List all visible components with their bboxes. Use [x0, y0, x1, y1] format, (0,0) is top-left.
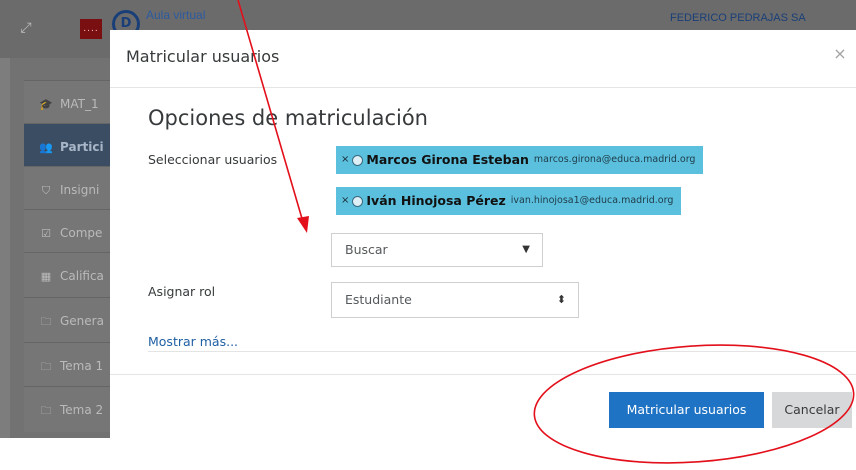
sidebar-item-general[interactable]: 🗀 Genera: [24, 297, 110, 343]
sidebar-item-grades[interactable]: ▦ Califica: [24, 252, 110, 298]
checkbox-icon: ☑: [41, 227, 51, 240]
caret-down-icon: ▼: [522, 244, 530, 255]
folder-icon: 🗀: [40, 404, 52, 417]
search-placeholder: Buscar: [345, 242, 388, 257]
user-search-select[interactable]: Buscar ▼: [331, 233, 543, 267]
user-menu-name[interactable]: FEDERICO PEDRAJAS SA: [670, 12, 806, 24]
sidebar-item-topic-1[interactable]: 🗀 Tema 1: [24, 342, 110, 388]
cancel-button[interactable]: Cancelar: [772, 392, 852, 428]
section-title: Opciones de matriculación: [148, 106, 428, 130]
select-arrows-icon: ⬍: [556, 293, 566, 306]
selected-user-name: Iván Hinojosa Pérez: [366, 193, 506, 208]
user-avatar-icon: [352, 154, 364, 166]
sidebar-edge: [0, 58, 10, 438]
page-bottom: [0, 438, 110, 470]
modal-footer-divider: [110, 374, 856, 375]
selected-user-chip[interactable]: × Iván Hinojosa Pérez ivan.hinojosa1@edu…: [336, 187, 682, 215]
folder-icon: 🗀: [40, 360, 52, 373]
sidebar-item-course[interactable]: 🎓 MAT_1: [24, 80, 110, 126]
expand-icon[interactable]: ⤢: [16, 18, 36, 38]
role-select[interactable]: Estudiante ⬍: [331, 282, 579, 318]
role-selected-value: Estudiante: [345, 292, 412, 307]
remove-user-icon[interactable]: ×: [341, 187, 349, 215]
site-name[interactable]: Aula virtual: [146, 8, 205, 22]
enrol-users-button[interactable]: Matricular usuarios: [609, 392, 764, 428]
select-users-label: Seleccionar usuarios: [148, 152, 278, 167]
remove-user-icon[interactable]: ×: [341, 146, 349, 174]
enrol-users-modal: Matricular usuarios × Opciones de matric…: [110, 30, 856, 438]
close-icon[interactable]: ×: [830, 44, 850, 64]
selected-user-email: ivan.hinojosa1@educa.madrid.org: [510, 195, 674, 206]
graduation-cap-icon: 🎓: [39, 98, 53, 111]
comunidad-madrid-logo: ....: [80, 19, 102, 39]
selected-user-email: marcos.girona@educa.madrid.org: [533, 154, 696, 165]
selected-user-chip[interactable]: × Marcos Girona Esteban marcos.girona@ed…: [336, 146, 704, 174]
show-more-link[interactable]: Mostrar más...: [148, 334, 238, 349]
sidebar-item-competencies[interactable]: ☑ Compe: [24, 209, 110, 255]
page-bottom-content: [110, 438, 856, 470]
section-divider: [148, 351, 856, 352]
user-avatar-icon: [352, 195, 364, 207]
sidebar-item-topic-2[interactable]: 🗀 Tema 2: [24, 386, 110, 432]
modal-title: Matricular usuarios: [126, 47, 280, 66]
selected-user-name: Marcos Girona Esteban: [366, 152, 529, 167]
sidebar-item-participants[interactable]: 👥 Partici: [24, 123, 110, 169]
users-icon: 👥: [39, 141, 53, 154]
folder-icon: 🗀: [40, 315, 52, 328]
shield-icon: ⛉: [41, 184, 51, 197]
table-icon: ▦: [40, 270, 52, 283]
assign-role-label: Asignar rol: [148, 284, 216, 299]
sidebar-item-badges[interactable]: ⛉ Insigni: [24, 166, 110, 212]
modal-header: Matricular usuarios ×: [110, 30, 856, 88]
